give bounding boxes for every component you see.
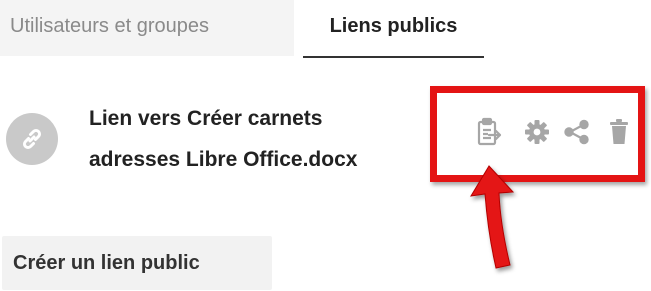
link-avatar [6,113,58,165]
tab-bar: Utilisateurs et groupes Liens publics [0,0,651,60]
tab-public-links[interactable]: Liens publics [303,0,484,58]
sharing-panel: Utilisateurs et groupes Liens publics Li… [0,0,651,291]
create-public-link-button[interactable]: Créer un lien public [2,236,272,290]
public-link-name: Lien vers Créer carnets adresses Libre O… [89,98,429,180]
tab-users-groups[interactable]: Utilisateurs et groupes [0,0,294,56]
link-name-line-1: Lien vers Créer carnets [89,107,323,130]
link-icon [22,128,42,150]
link-name-line-2: adresses Libre Office.docx [89,148,358,171]
pointer-arrow [470,165,515,269]
